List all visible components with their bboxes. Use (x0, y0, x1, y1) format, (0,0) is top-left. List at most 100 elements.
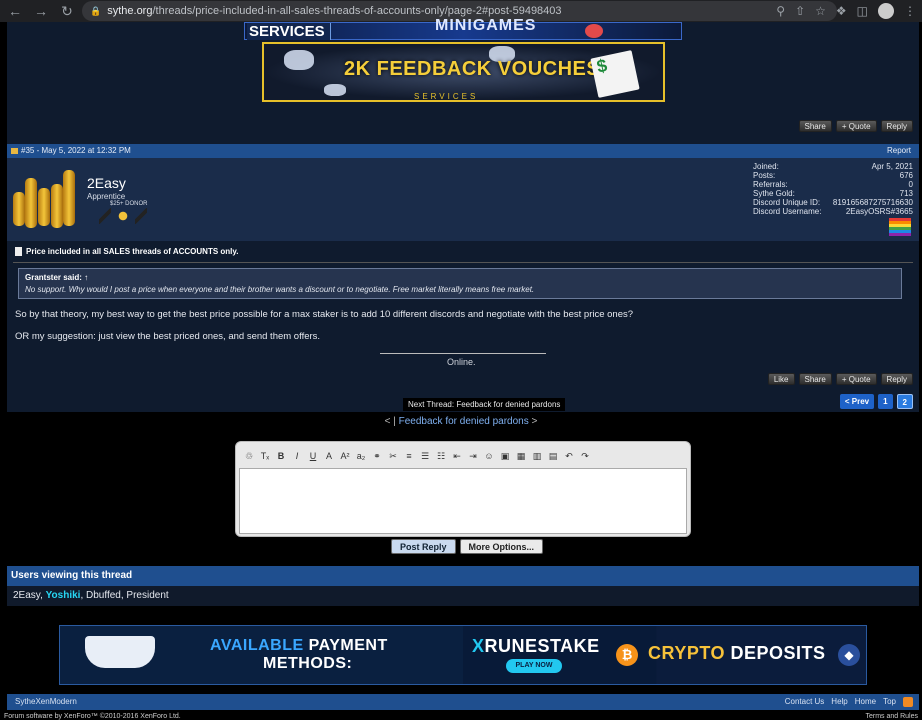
sword-icon (135, 208, 147, 224)
thread-title-text: Price included in all SALES threads of A… (26, 247, 239, 256)
next-thread-link[interactable]: Feedback for denied pardons (399, 416, 529, 427)
minigames-banner[interactable]: SERVICES MINIGAMES (244, 17, 682, 40)
user-title: Apprentice (87, 192, 126, 201)
reply-button[interactable]: Reply (880, 120, 913, 132)
gold-coin-stack (51, 184, 63, 228)
username[interactable]: 2Easy (87, 175, 126, 191)
reload-icon[interactable]: ↻ (56, 0, 78, 22)
profile-avatar[interactable] (878, 3, 894, 19)
ad-methods-text: METHODS: (263, 655, 353, 672)
banner-sub-text: SERVICES (414, 92, 479, 101)
banner-services-text: SERVICES (247, 23, 331, 40)
page-2-button[interactable]: 2 (896, 394, 913, 409)
play-now-button[interactable]: PLAY NOW (506, 659, 562, 673)
next-thread-tooltip[interactable]: Next Thread: Feedback for denied pardons (403, 398, 566, 411)
signature: Online. (447, 357, 476, 367)
underline-icon[interactable]: U (307, 450, 319, 462)
save-draft-icon[interactable]: ▤ (547, 450, 559, 462)
share-button[interactable]: Share (798, 373, 832, 385)
page-1-button[interactable]: 1 (878, 394, 893, 409)
ad-available-text: AVAILABLE PAYMENT (210, 637, 388, 654)
rss-icon[interactable] (903, 697, 913, 707)
footer-links: Contact Us Help Home Top (785, 694, 913, 710)
banner-vouches-text: 2K FEEDBACK VOUCHES (344, 58, 601, 80)
divider (13, 262, 913, 263)
gold-coins-icon (117, 208, 129, 224)
share-icon[interactable]: ⇧ (795, 4, 805, 18)
media-icon[interactable]: ▦ (515, 450, 527, 462)
font-color-icon[interactable]: A (323, 450, 335, 462)
post-actions-bottom: Like Share + Quote Reply (767, 373, 913, 385)
user-stats: Joined: Apr 5, 2021 Posts: 676 Referrals: 0… (753, 162, 913, 216)
stat-referrals: Referrals: 0 (753, 180, 913, 189)
insert-icon[interactable]: ▥ (531, 450, 543, 462)
stat-joined: Joined: Apr 5, 2021 (753, 162, 913, 171)
editor-toolbar: ♲ Tₓ B I U A A² a₂ ⚭ ✂ ≡ ☰ ☷ ⇤ ⇥ ☺ ▣ ▦ ▥… (240, 446, 686, 466)
contact-us-link[interactable]: Contact Us (785, 694, 825, 710)
undo-icon[interactable]: ↶ (563, 450, 575, 462)
unlink-icon[interactable]: ✂ (387, 450, 399, 462)
indent-icon[interactable]: ⇥ (467, 450, 479, 462)
home-link[interactable]: Home (855, 694, 876, 710)
prev-thread-marker[interactable]: < | (385, 416, 396, 427)
post-permalink[interactable]: #35 - May 5, 2022 at 12:32 PM (21, 144, 131, 158)
toggle-mode-icon[interactable]: ♲ (243, 450, 255, 462)
share-button[interactable]: Share (798, 120, 832, 132)
search-icon[interactable]: ⚲ (776, 4, 785, 18)
back-icon[interactable]: ← (4, 0, 26, 22)
viewer-rest[interactable]: , Dbuffed, President (80, 590, 168, 601)
report-link[interactable]: Report (887, 144, 911, 158)
italic-icon[interactable]: I (291, 450, 303, 462)
menu-icon[interactable]: ⋮ (904, 4, 916, 18)
smilie-icon[interactable]: ☺ (483, 450, 495, 462)
prev-page-button[interactable]: < Prev (839, 394, 875, 409)
next-thread-marker[interactable]: > (532, 416, 538, 427)
outdent-icon[interactable]: ⇤ (451, 450, 463, 462)
post-actions-top: Share + Quote Reply (798, 120, 913, 132)
style-chooser[interactable]: SytheXenModern (15, 694, 77, 710)
basket-icon (85, 636, 155, 668)
numbered-list-icon[interactable]: ☷ (435, 450, 447, 462)
top-link[interactable]: Top (883, 694, 896, 710)
post-reply-button[interactable]: Post Reply (391, 539, 456, 554)
quote-button[interactable]: + Quote (835, 373, 877, 385)
help-link[interactable]: Help (831, 694, 847, 710)
viewer-user[interactable]: 2Easy (13, 590, 40, 601)
rainbow-flag-icon (889, 218, 911, 236)
flash-shape (324, 84, 346, 96)
link-icon[interactable]: ⚭ (371, 450, 383, 462)
clear-format-icon[interactable]: Tₓ (259, 450, 271, 462)
gold-coin-stack (25, 178, 37, 228)
stat-discord-id: Discord Unique ID: 819165687275716630 (753, 198, 913, 207)
sidebar-icon[interactable]: ◫ (857, 4, 868, 18)
stat-posts: Posts: 676 (753, 171, 913, 180)
flash-shape (284, 50, 314, 70)
viewers-heading: Users viewing this thread (7, 566, 919, 586)
copyright-text: Forum software by XenForo™ ©2010-2016 Xe… (4, 713, 181, 720)
avatar[interactable] (11, 166, 79, 232)
payment-ad-banner[interactable]: AVAILABLE PAYMENT METHODS: XRUNESTAKE PL… (59, 625, 867, 685)
align-icon[interactable]: ≡ (403, 450, 415, 462)
feedback-vouches-banner[interactable]: 2K FEEDBACK VOUCHES SERVICES $ (262, 42, 665, 102)
more-options-button[interactable]: More Options... (459, 539, 544, 554)
like-button[interactable]: Like (767, 373, 795, 385)
redo-icon[interactable]: ↷ (579, 450, 591, 462)
image-icon[interactable]: ▣ (499, 450, 511, 462)
thread-navigation: < | Feedback for denied pardons > (0, 416, 922, 427)
reply-textarea[interactable] (239, 468, 687, 534)
quote-button[interactable]: + Quote (835, 120, 877, 132)
font-size-icon[interactable]: A² (339, 450, 351, 462)
font-family-icon[interactable]: a₂ (355, 450, 367, 462)
forward-icon[interactable]: → (30, 0, 52, 22)
viewer-user[interactable]: Yoshiki (46, 590, 81, 601)
stat-discord-username: Discord Username: 2EasyOSRS#3665 (753, 207, 913, 216)
star-icon[interactable]: ☆ (815, 4, 826, 18)
thread-title: Price included in all SALES threads of A… (15, 247, 238, 256)
bold-icon[interactable]: B (275, 450, 287, 462)
gold-coin-stack (38, 188, 50, 226)
reply-button[interactable]: Reply (880, 373, 913, 385)
extensions-icon[interactable]: ❖ (836, 4, 847, 18)
terms-link[interactable]: Terms and Rules (865, 713, 918, 720)
bullet-list-icon[interactable]: ☰ (419, 450, 431, 462)
quote-author[interactable]: Grantster said: ↑ (25, 273, 895, 282)
